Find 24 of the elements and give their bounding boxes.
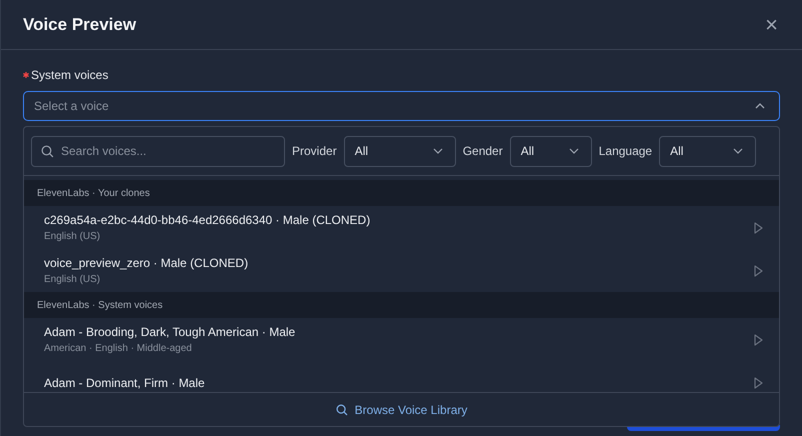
group-header: ElevenLabs · System voices bbox=[24, 292, 779, 318]
browse-library-link[interactable]: Browse Voice Library bbox=[336, 402, 468, 416]
chevron-icon bbox=[755, 103, 765, 109]
filter-select[interactable]: All bbox=[344, 136, 456, 166]
chevron-icon bbox=[733, 148, 744, 154]
voice-select[interactable]: Select a voice bbox=[23, 91, 780, 121]
play-icon[interactable] bbox=[754, 264, 763, 276]
filter-label: Provider bbox=[292, 144, 337, 158]
play-icon[interactable] bbox=[754, 222, 763, 234]
play-icon[interactable] bbox=[754, 376, 763, 388]
chevron-icon bbox=[432, 148, 443, 154]
chevron-icon bbox=[568, 148, 579, 154]
group-header: ElevenLabs · Your clones bbox=[24, 180, 779, 206]
search-icon bbox=[336, 404, 348, 416]
filter-select[interactable]: All bbox=[659, 136, 756, 166]
search-icon bbox=[41, 144, 54, 158]
dialog-title: Voice Preview bbox=[23, 14, 136, 34]
play-icon[interactable] bbox=[754, 334, 763, 346]
filter-label: Language bbox=[598, 144, 652, 158]
search-field[interactable]: Search voices... bbox=[31, 136, 285, 166]
field-label: System voices bbox=[31, 68, 108, 82]
filter-select[interactable]: All bbox=[510, 136, 592, 166]
close-button[interactable]: × bbox=[763, 14, 780, 36]
filter-label: Gender bbox=[462, 144, 503, 158]
